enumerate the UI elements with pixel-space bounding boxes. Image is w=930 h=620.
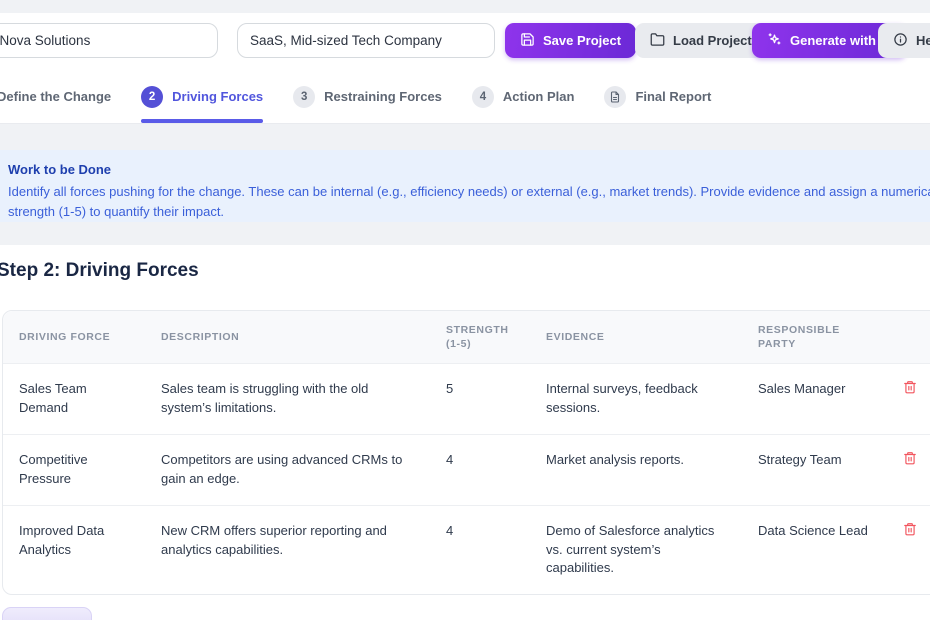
responsible-cell: Strategy Team [742,434,887,505]
callout-title: Work to be Done [8,162,930,177]
save-project-button[interactable]: Save Project [505,23,636,58]
table-row: Competitive Pressure Competitors are usi… [3,434,930,505]
table-row: Improved Data Analytics New CRM offers s… [3,505,930,595]
main-content: Step 2: Driving Forces DRIVING FORCE DES… [0,245,930,620]
driving-forces-table: DRIVING FORCE DESCRIPTION STRENGTH (1-5)… [2,310,930,595]
tab-label: Final Report [635,89,711,104]
trash-icon [903,382,917,397]
generate-ai-label: Generate with AI [790,33,892,48]
help-label: Help [916,33,930,48]
step-number-badge: 4 [472,86,494,108]
description-cell: Sales team is struggling with the old sy… [145,363,430,434]
force-cell: Improved Data Analytics [3,505,145,595]
strength-cell: 4 [430,505,530,595]
add-force-button[interactable] [2,607,92,620]
description-cell: Competitors are using advanced CRMs to g… [145,434,430,505]
top-toolbar: Save Project Load Project Generate with … [0,13,930,71]
info-icon [893,32,908,50]
strength-cell: 5 [430,363,530,434]
page-title: Step 2: Driving Forces [0,260,199,282]
project-name-input[interactable] [0,23,218,58]
delete-row-button[interactable] [903,380,917,394]
trash-icon [903,524,917,539]
col-strength: STRENGTH (1-5) [430,311,530,363]
app-window: Save Project Load Project Generate with … [0,0,930,620]
load-project-label: Load Project [673,33,752,48]
document-icon [604,86,626,108]
tab-label: Action Plan [503,89,575,104]
sparkles-icon [767,32,782,50]
callout-body: Identify all forces pushing for the chan… [8,182,930,221]
col-description: DESCRIPTION [145,311,430,363]
col-driving-force: DRIVING FORCE [3,311,145,363]
step-tabs: 1 Define the Change 2 Driving Forces 3 R… [0,70,930,124]
description-cell: New CRM offers superior reporting and an… [145,505,430,595]
table-header-row: DRIVING FORCE DESCRIPTION STRENGTH (1-5)… [3,311,930,363]
col-evidence: EVIDENCE [530,311,742,363]
tab-restraining-forces[interactable]: 3 Restraining Forces [293,70,442,123]
step-number-badge: 2 [141,86,163,108]
strength-cell: 4 [430,434,530,505]
force-cell: Competitive Pressure [3,434,145,505]
tab-action-plan[interactable]: 4 Action Plan [472,70,575,123]
responsible-cell: Data Science Lead [742,505,887,595]
save-icon [520,32,535,50]
tab-final-report[interactable]: Final Report [604,70,711,123]
evidence-cell: Demo of Salesforce analytics vs. current… [530,505,742,595]
load-project-button[interactable]: Load Project [635,23,767,58]
evidence-cell: Market analysis reports. [530,434,742,505]
force-cell: Sales Team Demand [3,363,145,434]
tab-driving-forces[interactable]: 2 Driving Forces [141,70,263,123]
evidence-cell: Internal surveys, feedback sessions. [530,363,742,434]
org-context-input[interactable] [237,23,495,58]
tab-label: Driving Forces [172,89,263,104]
delete-row-button[interactable] [903,522,917,536]
col-actions [887,311,930,363]
tab-label: Define the Change [0,89,111,104]
help-button[interactable]: Help [878,23,930,58]
col-responsible-party: RESPONSIBLE PARTY [742,311,887,363]
step-number-badge: 3 [293,86,315,108]
delete-row-button[interactable] [903,451,917,465]
work-to-be-done-callout: Work to be Done Identify all forces push… [0,150,930,222]
trash-icon [903,453,917,468]
tab-define-the-change[interactable]: 1 Define the Change [0,70,111,123]
table-row: Sales Team Demand Sales team is struggli… [3,363,930,434]
save-project-label: Save Project [543,33,621,48]
tab-label: Restraining Forces [324,89,442,104]
responsible-cell: Sales Manager [742,363,887,434]
folder-icon [650,32,665,50]
